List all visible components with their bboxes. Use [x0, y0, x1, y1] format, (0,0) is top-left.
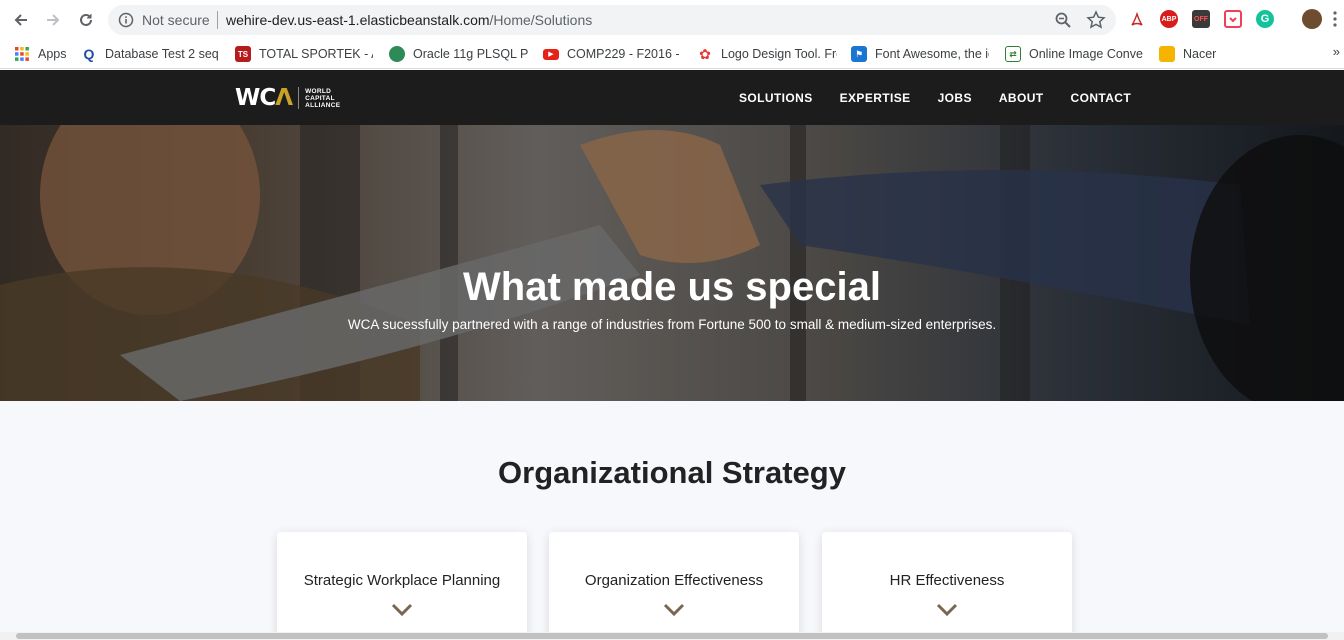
- bookmark-comp229[interactable]: ▶ COMP229 - F2016 - L: [543, 43, 681, 65]
- card-hr-effectiveness[interactable]: HR Effectiveness: [822, 532, 1072, 640]
- bookmark-label: Oracle 11g PLSQL Pro: [413, 47, 529, 61]
- nav-expertise[interactable]: EXPERTISE: [840, 91, 911, 105]
- apps-grid-icon: [15, 47, 29, 61]
- wca-logo[interactable]: WCΛ WORLD CAPITAL ALLIANCE: [235, 84, 340, 112]
- bookmark-oracle-plsql[interactable]: Oracle 11g PLSQL Pro: [389, 43, 529, 65]
- address-divider: [217, 11, 218, 29]
- bookmarks-overflow-icon[interactable]: »: [1333, 44, 1340, 59]
- logo-text: WORLD CAPITAL ALLIANCE: [305, 88, 340, 109]
- bookmark-total-sportek[interactable]: TS TOTAL SPORTEK - A S: [235, 43, 373, 65]
- chevron-down-icon[interactable]: [391, 602, 413, 618]
- bookmark-database-test[interactable]: Q Database Test 2 sequ: [81, 43, 219, 65]
- horizontal-scrollbar[interactable]: [0, 632, 1344, 640]
- logo-word-2: CAPITAL: [305, 94, 335, 102]
- logo-tool-icon: ✿: [699, 45, 711, 62]
- logo-mark: WCΛ: [235, 85, 293, 111]
- package-icon: [1159, 46, 1175, 62]
- logo-divider: [298, 87, 300, 109]
- logo-a: Λ: [275, 85, 293, 111]
- browser-menu-icon[interactable]: [1333, 11, 1337, 27]
- nav-contact[interactable]: CONTACT: [1071, 91, 1132, 105]
- logo-word-3: ALLIANCE: [305, 101, 341, 109]
- back-arrow-icon: [14, 14, 27, 26]
- forward-arrow-icon: [47, 14, 60, 26]
- image-convert-icon: ⇄: [1005, 46, 1021, 62]
- profile-avatar[interactable]: [1302, 9, 1322, 29]
- bookmark-online-image-converter[interactable]: ⇄ Online Image Conver: [1005, 43, 1143, 65]
- bookmark-label: COMP229 - F2016 - L: [567, 47, 681, 61]
- site-navbar: WCΛ WORLD CAPITAL ALLIANCE SOLUTIONS EXP…: [0, 70, 1344, 125]
- url-path: /Home/Solutions: [489, 12, 593, 28]
- adblock-plus-icon[interactable]: ABP: [1160, 10, 1178, 28]
- off-label: OFF: [1194, 15, 1208, 23]
- logo-c: C: [259, 85, 276, 111]
- card-organization-effectiveness[interactable]: Organization Effectiveness: [549, 532, 799, 640]
- bookmark-label: Nacer: [1183, 47, 1217, 61]
- youtube-icon: ▶: [543, 48, 559, 60]
- bookmark-logo-design[interactable]: ✿ Logo Design Tool. Fre: [697, 43, 837, 65]
- section-title: Organizational Strategy: [498, 455, 846, 490]
- card-title: Organization Effectiveness: [584, 572, 764, 589]
- url-text[interactable]: wehire-dev.us-east-1.elasticbeanstalk.co…: [226, 11, 592, 29]
- bookmark-star-icon[interactable]: [1086, 10, 1106, 30]
- reload-icon: [80, 13, 92, 26]
- bookmark-label: TOTAL SPORTEK - A S: [259, 47, 373, 61]
- pdf-extension-icon[interactable]: [1128, 10, 1146, 28]
- pocket-extension-icon[interactable]: [1224, 10, 1242, 28]
- pocket-icon: [1229, 17, 1237, 23]
- solutions-section: Organizational Strategy Strategic Workpl…: [0, 401, 1344, 640]
- bookmark-nacer[interactable]: Nacer: [1159, 43, 1229, 65]
- bookmark-label: Database Test 2 sequ: [105, 47, 219, 61]
- nav-about[interactable]: ABOUT: [999, 91, 1044, 105]
- adblock-label: ABP: [1161, 15, 1177, 23]
- hero-title: What made us special: [463, 265, 881, 309]
- bookmark-label: Online Image Conver: [1029, 47, 1143, 61]
- grammarly-icon[interactable]: G: [1256, 10, 1274, 28]
- card-title: Strategic Workplace Planning: [303, 572, 501, 589]
- chevron-down-icon[interactable]: [663, 602, 685, 618]
- q-logo-icon: Q: [81, 46, 97, 62]
- security-label: Not secure: [142, 12, 210, 28]
- main-menu: SOLUTIONS EXPERTISE JOBS ABOUT CONTACT: [739, 91, 1158, 105]
- chevron-down-icon[interactable]: [936, 602, 958, 618]
- card-strategic-workplace-planning[interactable]: Strategic Workplace Planning: [277, 532, 527, 640]
- acrobat-icon: [1131, 11, 1143, 26]
- browser-toolbar: Not secure wehire-dev.us-east-1.elasticb…: [0, 0, 1344, 38]
- scrollbar-thumb[interactable]: [16, 633, 1328, 639]
- card-title: HR Effectiveness: [889, 572, 1005, 589]
- bookmarks-bar: Apps Q Database Test 2 sequ TS TOTAL SPO…: [0, 38, 1344, 69]
- logo-word-1: WORLD: [305, 87, 332, 95]
- hero-overlay: [0, 125, 1344, 401]
- bookmark-label: Apps: [38, 47, 67, 61]
- bookmark-apps[interactable]: Apps: [14, 43, 70, 65]
- bookmark-label: Font Awesome, the ic: [875, 47, 989, 61]
- grammarly-label: G: [1260, 13, 1270, 25]
- back-button[interactable]: [9, 8, 33, 32]
- off-extension-icon[interactable]: OFF: [1192, 10, 1210, 28]
- hero-banner: What made us special WCA sucessfully par…: [0, 125, 1344, 401]
- flag-icon: ⚑: [851, 46, 867, 62]
- url-host: wehire-dev.us-east-1.elasticbeanstalk.co…: [226, 12, 490, 28]
- info-icon[interactable]: [118, 12, 134, 28]
- reload-button[interactable]: [74, 8, 98, 32]
- forward-button[interactable]: [41, 8, 65, 32]
- nav-solutions[interactable]: SOLUTIONS: [739, 91, 813, 105]
- globe-icon: [389, 46, 405, 62]
- ts-logo-icon: TS: [235, 46, 251, 62]
- bookmark-label: Logo Design Tool. Fre: [721, 47, 837, 61]
- zoom-icon[interactable]: [1054, 11, 1072, 29]
- hero-subtitle: WCA sucessfully partnered with a range o…: [347, 317, 997, 332]
- nav-jobs[interactable]: JOBS: [938, 91, 972, 105]
- address-bar[interactable]: Not secure wehire-dev.us-east-1.elasticb…: [108, 5, 1116, 35]
- bookmark-font-awesome[interactable]: ⚑ Font Awesome, the ic: [851, 43, 989, 65]
